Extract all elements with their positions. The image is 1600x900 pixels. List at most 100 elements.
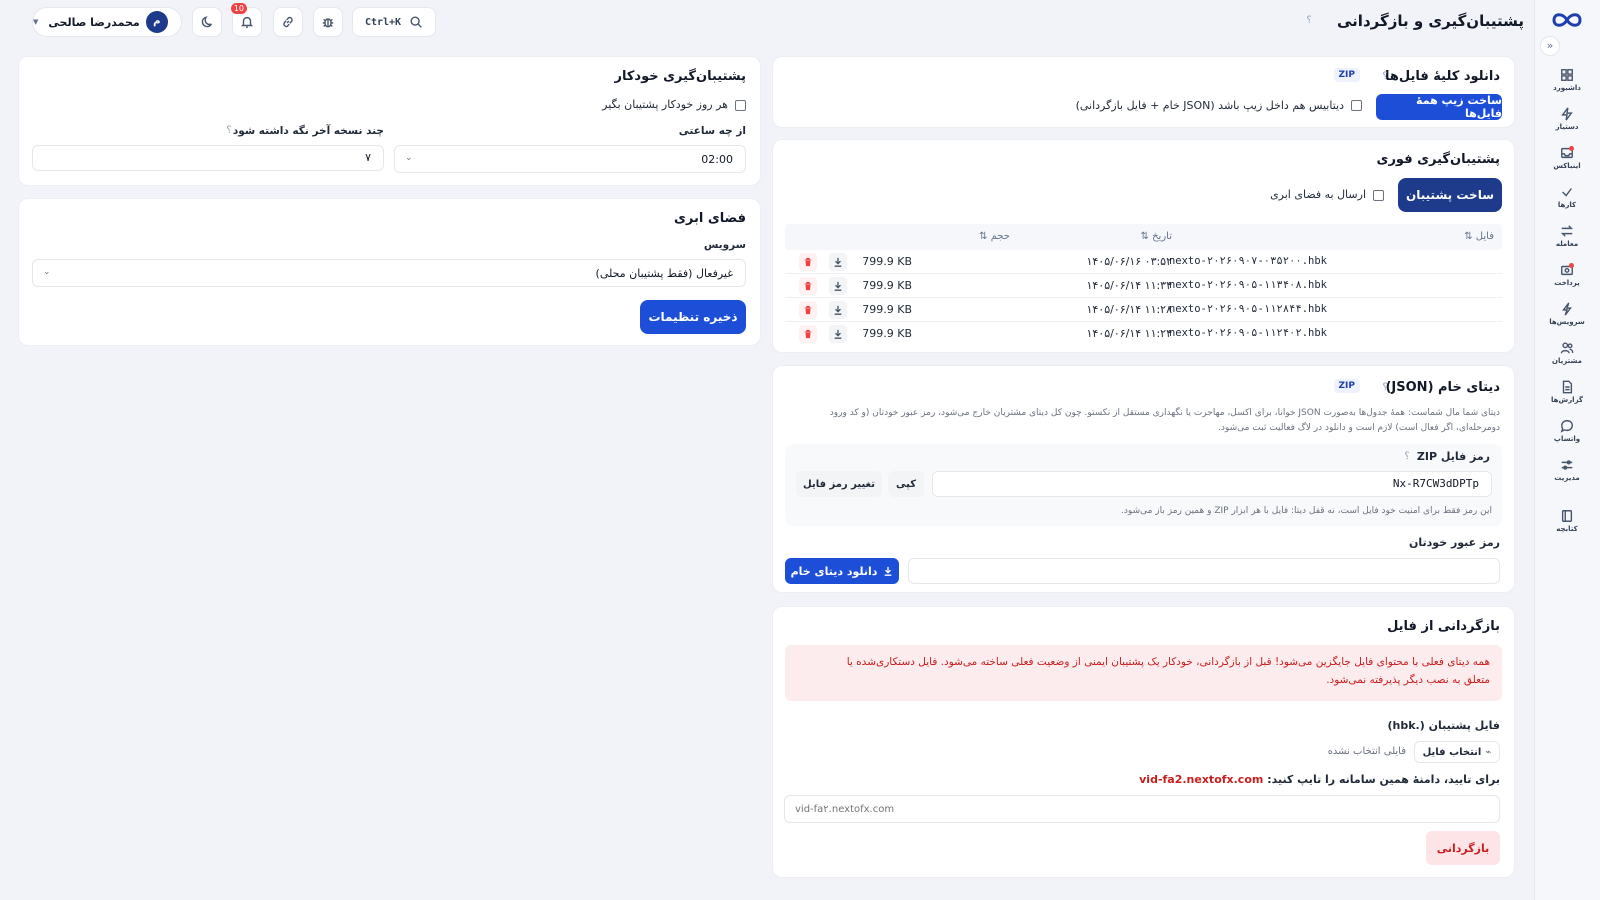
- notifications-button[interactable]: 10: [230, 3, 262, 37]
- link-button[interactable]: [273, 7, 303, 37]
- sidebar-item-handbook[interactable]: کتابچه: [1534, 507, 1600, 546]
- backup-date: ۱۴۰۵/۰۶/۱۴ ۱۱:۳۴: [1086, 279, 1172, 292]
- help-icon[interactable]: ؟: [1400, 450, 1414, 464]
- chevron-down-icon: ⌄: [405, 153, 413, 163]
- sidebar-item-inbox[interactable]: اینباکس: [1534, 144, 1600, 183]
- bell-icon: [240, 16, 254, 28]
- sidebar-item-management[interactable]: مدیریت: [1534, 456, 1600, 495]
- collapse-sidebar-button[interactable]: «: [1540, 36, 1560, 56]
- help-icon[interactable]: ؟: [1378, 381, 1392, 395]
- trash-icon[interactable]: [799, 253, 817, 271]
- backup-file-name: nexto-۲۰۲۶۰۹۰۷-۰۳۵۲۰۰.hbk: [1168, 255, 1327, 267]
- raw-data-card: دیتای خام (JSON) ؟ ZIP دیتای شما مال شما…: [772, 365, 1515, 593]
- grid-icon: [1561, 69, 1573, 81]
- confirm-prefix: برای تایید، دامنهٔ همین سامانه را تایپ ک…: [1267, 773, 1500, 786]
- domain-confirm-input[interactable]: [784, 795, 1500, 823]
- bolt-icon: [1561, 107, 1573, 121]
- help-icon[interactable]: ؟: [1378, 70, 1392, 84]
- sidebar-item-label: پرداخت: [1554, 279, 1580, 287]
- trash-icon[interactable]: [799, 325, 817, 343]
- download-icon[interactable]: [829, 253, 847, 271]
- sidebar-item-payment[interactable]: پرداخت: [1534, 261, 1600, 300]
- avatar: م: [145, 11, 168, 33]
- sidebar-item-dashboard[interactable]: داشبورد: [1534, 66, 1600, 105]
- change-zip-password-button[interactable]: تغییر رمز فایل: [796, 471, 882, 497]
- link-icon: [283, 16, 293, 28]
- choose-file-label: انتخاب فایل: [1422, 746, 1482, 758]
- bug-report-button[interactable]: [313, 7, 343, 37]
- sidebar-item-label: مدیریت: [1554, 474, 1580, 482]
- create-backup-button[interactable]: ساخت پشتیبان: [1398, 178, 1502, 212]
- check-icon: [1562, 188, 1572, 197]
- sliders-icon: [1561, 460, 1573, 470]
- backup-size: 799.9 KB: [862, 279, 912, 292]
- download-icon[interactable]: [829, 301, 847, 319]
- backup-file-name: nexto-۲۰۲۶۰۹۰۵-۱۱۳۴۰۸.hbk: [1168, 279, 1327, 291]
- card-title: بازگردانی از فایل: [1387, 619, 1500, 634]
- page-title: پشتیبان‌گیری و بازگردانی: [1337, 12, 1524, 30]
- cloud-card: فضای ابری سرویس غیرفعال (فقط پشتیبان محل…: [18, 198, 761, 346]
- lightning-icon: [1562, 302, 1572, 316]
- save-settings-button[interactable]: ذخیره تنظیمات: [640, 300, 746, 334]
- choose-file-button[interactable]: ⌁ انتخاب فایل: [1414, 741, 1500, 763]
- include-db-label: دیتابیس هم داخل زیپ باشد (JSON خام + فای…: [1075, 99, 1344, 112]
- include-db-checkbox[interactable]: [1351, 100, 1362, 111]
- col-size[interactable]: حجم ⇅: [979, 231, 1010, 242]
- backup-table-header: فایل ⇅ تاریخ ⇅ حجم ⇅: [785, 224, 1502, 250]
- backup-file-name: nexto-۲۰۲۶۰۹۰۵-۱۱۲۴۰۲.hbk: [1168, 327, 1327, 339]
- card-title: دیتای خام (JSON): [1385, 380, 1500, 395]
- restore-button[interactable]: بازگردانی: [1426, 831, 1500, 865]
- description-line: دومرحله‌ای، اگر فعال است) لازم است و دان…: [1218, 423, 1500, 433]
- sidebar-item-whatsapp[interactable]: واتساپ: [1534, 417, 1600, 456]
- search-button[interactable]: Ctrl+K: [352, 7, 436, 37]
- col-file[interactable]: فایل ⇅: [1464, 231, 1494, 242]
- make-zip-all-button[interactable]: ساخت زیپ همهٔ فایل‌ها: [1376, 94, 1502, 120]
- swap-icon: [1560, 225, 1574, 237]
- backup-file-label: فایل پشتیبان (.hbk): [1387, 719, 1500, 732]
- sidebar-item-reports[interactable]: گزارش‌ها: [1534, 378, 1600, 417]
- sidebar-item-label: داشبورد: [1553, 84, 1581, 92]
- zip-password-field[interactable]: Nx-R7CW3dDPTp: [932, 471, 1492, 497]
- auto-backup-card: پشتیبان‌گیری خودکار هر روز خودکار پشتیبا…: [18, 56, 761, 186]
- raw-data-description: دیتای شما مال شماست: همهٔ جدول‌ها به‌صور…: [787, 406, 1500, 436]
- sidebar-item-label: واتساپ: [1553, 435, 1581, 443]
- sidebar-item-label: مشتریان: [1552, 357, 1582, 365]
- sidebar-item-customers[interactable]: مشتریان: [1534, 339, 1600, 378]
- service-select[interactable]: غیرفعال (فقط پشتیبان محلی) ⌄: [32, 259, 746, 287]
- trash-icon[interactable]: [799, 277, 817, 295]
- help-icon[interactable]: ؟: [222, 124, 236, 138]
- download-all-card: دانلود کلیهٔ فایل‌ها ؟ ZIP ساخت زیپ همهٔ…: [772, 56, 1515, 128]
- help-icon[interactable]: ؟: [1302, 14, 1316, 28]
- keep-count-input[interactable]: ۷: [32, 145, 384, 171]
- sidebar-item-deals[interactable]: معامله: [1534, 222, 1600, 261]
- restore-card: بازگردانی از فایل همه دیتای فعلی با محتو…: [772, 606, 1515, 878]
- search-icon: [410, 16, 422, 28]
- backup-date: ۱۴۰۵/۰۶/۱۴ ۱۱:۲۸: [1086, 303, 1172, 316]
- own-password-input[interactable]: [908, 558, 1500, 584]
- download-icon[interactable]: [829, 277, 847, 295]
- dark-mode-toggle[interactable]: [192, 7, 222, 37]
- copy-button[interactable]: کپی: [888, 471, 924, 497]
- download-icon[interactable]: [829, 325, 847, 343]
- daily-backup-checkbox[interactable]: [735, 100, 746, 111]
- col-date[interactable]: تاریخ ⇅: [1141, 231, 1172, 242]
- trash-icon[interactable]: [799, 301, 817, 319]
- download-raw-data-button[interactable]: دانلود دیتای خام: [785, 558, 899, 584]
- user-menu[interactable]: م محمدرضا صالحی ▼: [32, 7, 182, 37]
- own-password-label: رمز عبور خودتان: [1409, 536, 1500, 549]
- chevron-down-icon: ⌄: [43, 267, 51, 277]
- search-shortcut: Ctrl+K: [364, 16, 402, 28]
- send-cloud-checkbox[interactable]: [1373, 190, 1384, 201]
- sidebar-item-assistant[interactable]: دستیار: [1534, 105, 1600, 144]
- sidebar-item-tasks[interactable]: کارها: [1534, 183, 1600, 222]
- table-row: nexto-۲۰۲۶۰۹۰۷-۰۳۵۲۰۰.hbk ۱۴۰۵/۰۶/۱۶ ۰۳:…: [785, 250, 1502, 274]
- sidebar-item-services[interactable]: سرویس‌ها: [1534, 300, 1600, 339]
- download-icon: [885, 566, 892, 576]
- hour-select[interactable]: 02:00 ⌄: [394, 145, 746, 173]
- card-title: پشتیبان‌گیری خودکار: [614, 69, 746, 84]
- backup-size: 799.9 KB: [862, 303, 912, 316]
- backup-size: 799.9 KB: [862, 327, 912, 340]
- zip-tag: ZIP: [1333, 68, 1360, 82]
- table-row: nexto-۲۰۲۶۰۹۰۵-۱۱۲۴۰۲.hbk ۱۴۰۵/۰۶/۱۴ ۱۱:…: [785, 322, 1502, 346]
- zip-tag: ZIP: [1333, 379, 1360, 393]
